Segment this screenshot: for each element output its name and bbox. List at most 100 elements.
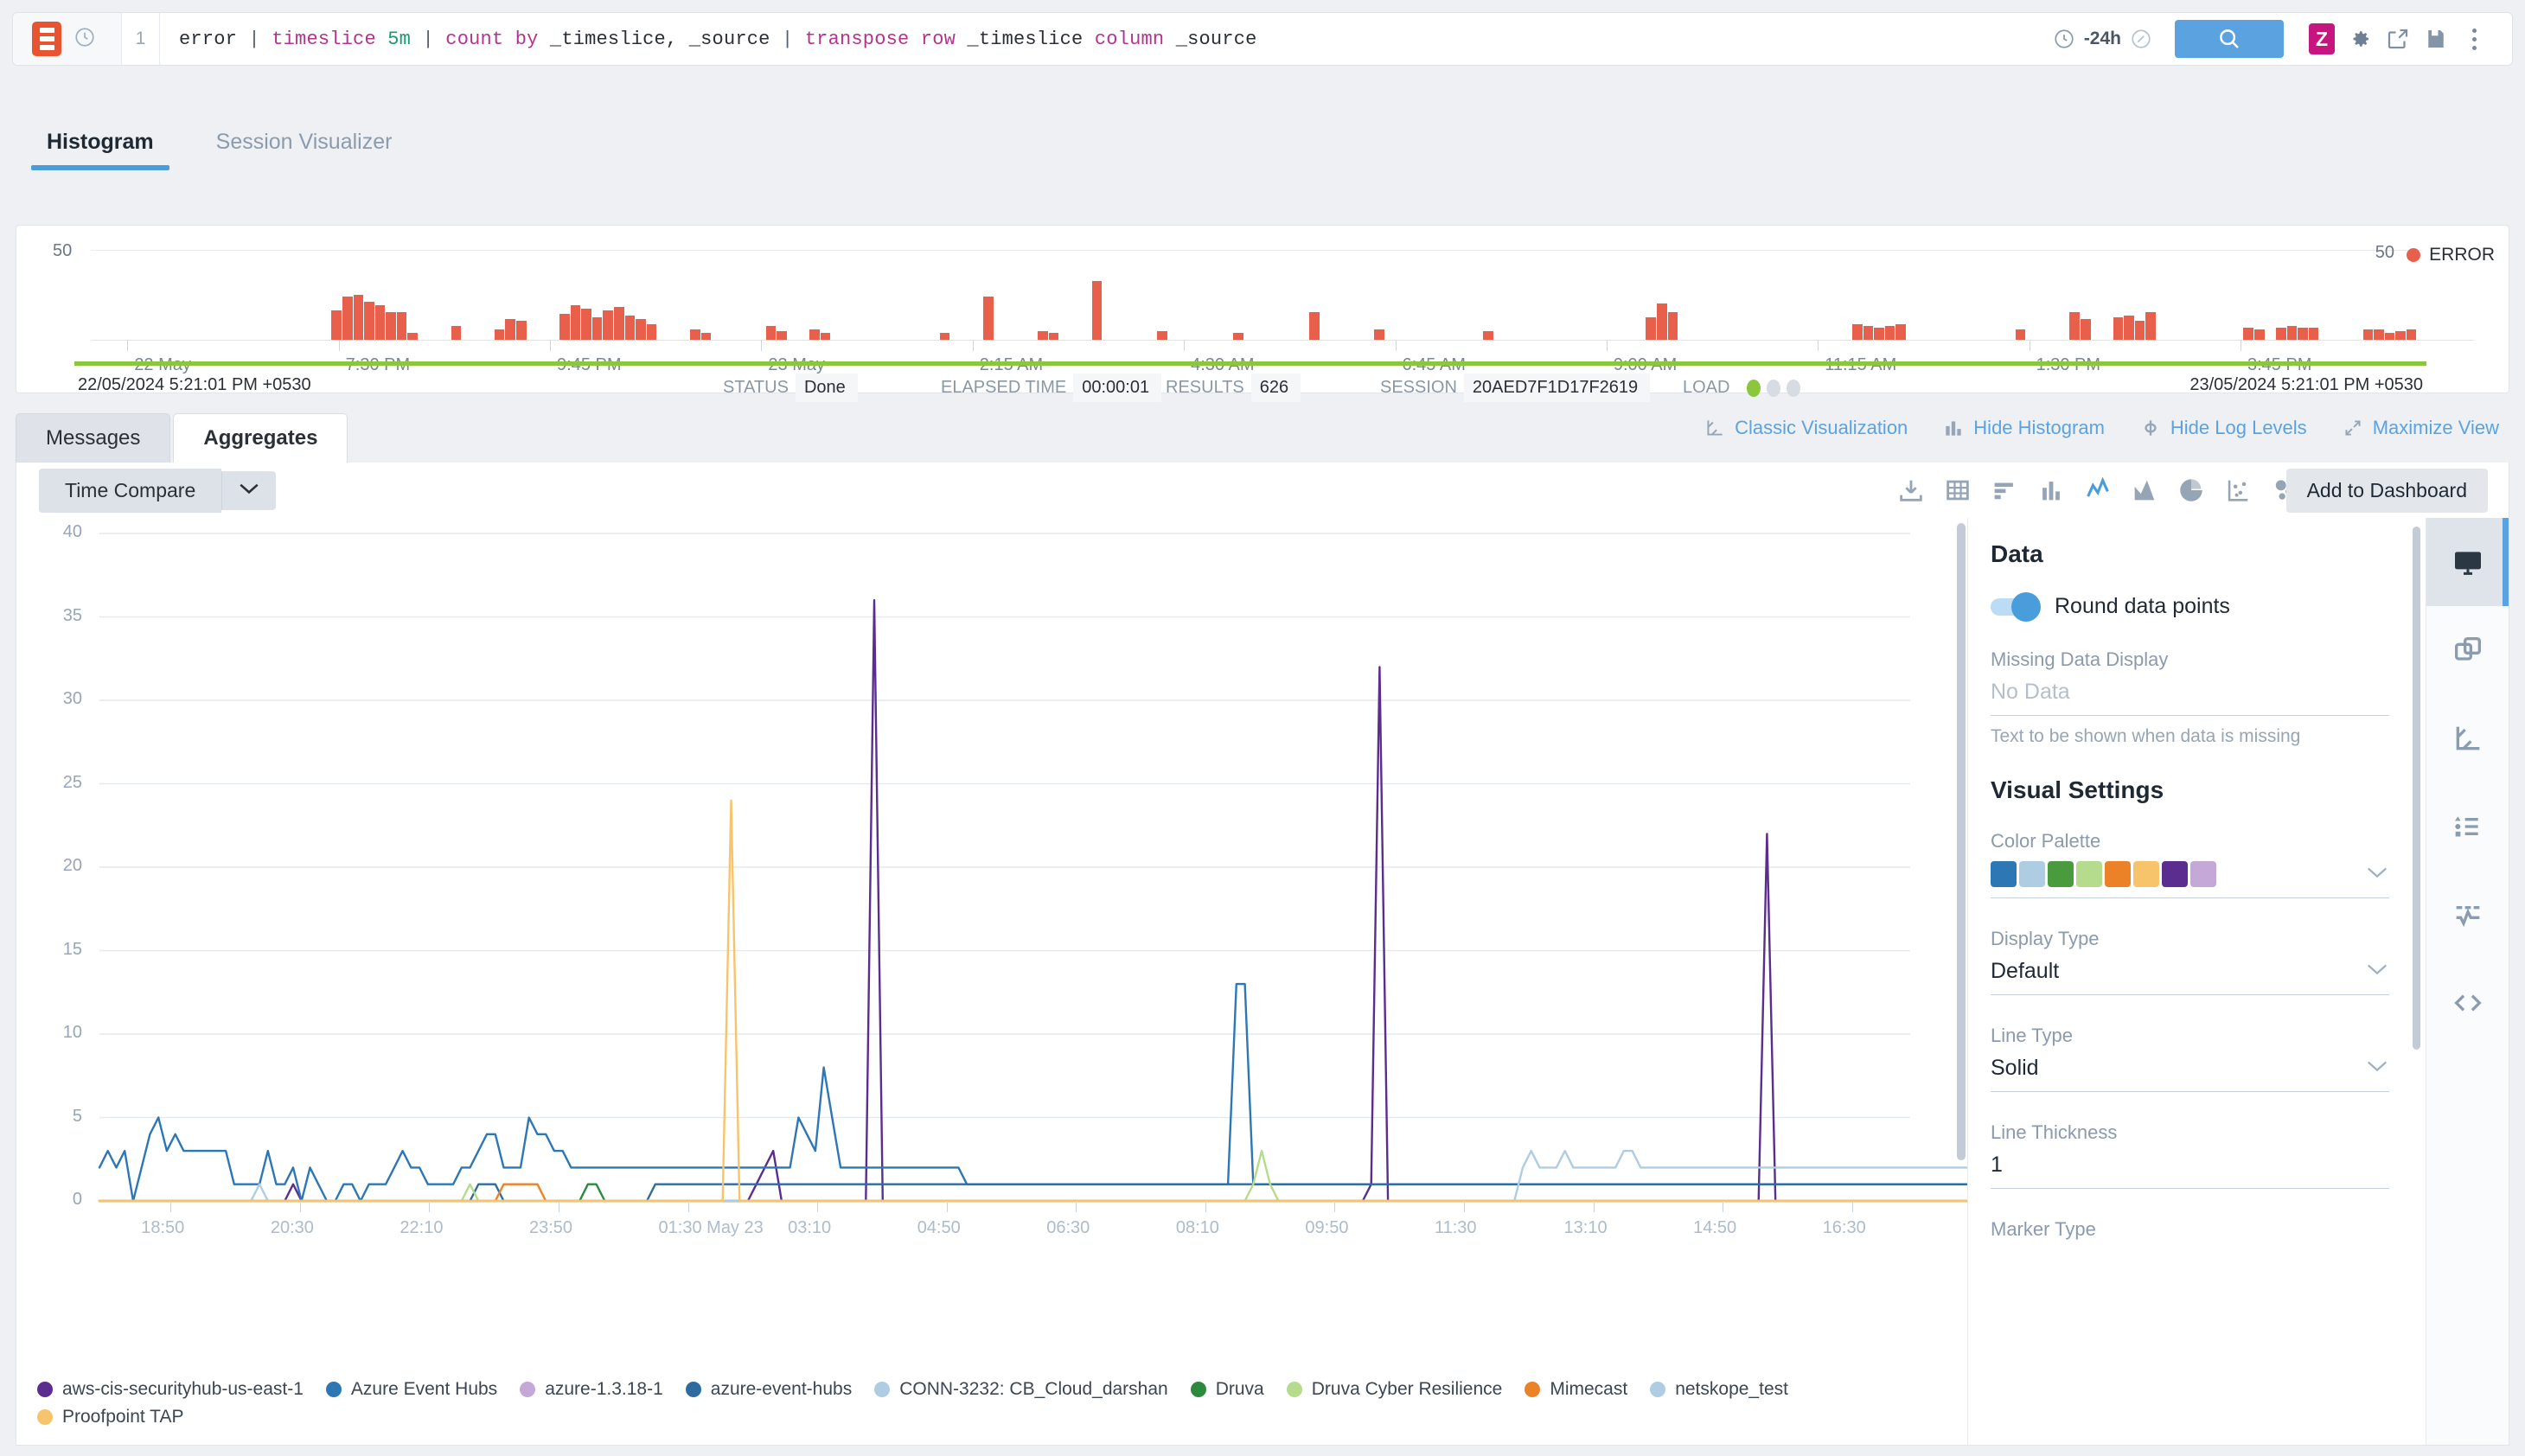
- legend-item[interactable]: Druva Cyber Resilience: [1286, 1379, 1502, 1400]
- histogram-bar[interactable]: [614, 307, 624, 340]
- legend-item[interactable]: netskope_test: [1650, 1379, 1788, 1400]
- color-palette-field[interactable]: [1991, 861, 2389, 898]
- clock-history-icon[interactable]: [74, 26, 96, 53]
- histogram-bar[interactable]: [515, 321, 527, 340]
- histogram-bar[interactable]: [2362, 329, 2374, 340]
- histogram-bar[interactable]: [646, 324, 657, 340]
- line-thickness-field[interactable]: 1: [1991, 1153, 2389, 1189]
- histogram-bar[interactable]: [2384, 333, 2395, 340]
- link-hide-histogram[interactable]: Hide Histogram: [1942, 417, 2105, 439]
- histogram-bar[interactable]: [939, 333, 950, 340]
- histogram-bar[interactable]: [386, 312, 396, 340]
- round-data-points-toggle[interactable]: [1991, 591, 2041, 622]
- sumo-logo-icon[interactable]: [32, 22, 61, 56]
- histogram-bar[interactable]: [2406, 329, 2417, 340]
- color-palette-swatches[interactable]: [1991, 861, 2216, 887]
- histogram-bar[interactable]: [396, 312, 407, 340]
- chart-plot-area[interactable]: 0 5 10 15 20 25 30 35 40: [16, 518, 1967, 1296]
- histogram-bar[interactable]: [2080, 319, 2091, 340]
- histogram-bar[interactable]: [2374, 329, 2384, 340]
- color-swatch[interactable]: [2076, 861, 2102, 887]
- chevron-down-icon[interactable]: [2365, 1059, 2389, 1077]
- legend-item[interactable]: azure-1.3.18-1: [520, 1379, 663, 1400]
- time-compare-button[interactable]: Time Compare: [39, 468, 222, 513]
- tab-aggregates[interactable]: Aggregates: [173, 413, 348, 463]
- add-to-dashboard-button[interactable]: Add to Dashboard: [2285, 468, 2488, 513]
- histogram-bar[interactable]: [2253, 329, 2265, 340]
- line-thickness-value[interactable]: 1: [1991, 1153, 2003, 1178]
- histogram-bar[interactable]: [1646, 317, 1656, 340]
- table-icon[interactable]: [1941, 474, 1974, 507]
- histogram-bar[interactable]: [451, 326, 462, 340]
- link-maximize-view[interactable]: Maximize View: [2342, 417, 2499, 439]
- color-swatch[interactable]: [2048, 861, 2074, 887]
- histogram-bar[interactable]: [777, 331, 787, 340]
- histogram-bar[interactable]: [1884, 326, 1895, 340]
- histogram-bar[interactable]: [624, 316, 636, 340]
- settings-scrollbar[interactable]: [2413, 527, 2420, 1398]
- histogram-bar[interactable]: [570, 305, 581, 340]
- histogram-bar[interactable]: [1483, 331, 1493, 340]
- histogram-bar[interactable]: [1863, 326, 1874, 340]
- time-range-picker[interactable]: -24h: [2053, 28, 2152, 50]
- color-swatch[interactable]: [2019, 861, 2045, 887]
- missing-data-input[interactable]: No Data: [1991, 680, 2070, 705]
- display-type-field[interactable]: Default: [1991, 959, 2389, 995]
- line-chart-icon[interactable]: [2081, 474, 2114, 507]
- tab-session-visualizer[interactable]: Session Visualizer: [185, 130, 424, 170]
- histogram-bars[interactable]: [93, 253, 2417, 340]
- histogram-bar[interactable]: [559, 314, 570, 340]
- time-compare-dropdown-button[interactable]: [221, 470, 277, 510]
- color-swatch[interactable]: [2162, 861, 2188, 887]
- area-chart-icon[interactable]: [2128, 474, 2161, 507]
- axes-icon[interactable]: [2426, 694, 2509, 782]
- legend-item[interactable]: Azure Event Hubs: [325, 1379, 497, 1400]
- share-button[interactable]: [2379, 20, 2417, 58]
- link-classic-visualization[interactable]: Classic Visualization: [1704, 417, 1908, 439]
- histogram-bar[interactable]: [2069, 312, 2080, 340]
- histogram-bar[interactable]: [364, 302, 374, 340]
- histogram-bar[interactable]: [2286, 326, 2298, 340]
- histogram-bar[interactable]: [1895, 324, 1906, 340]
- histogram-bar[interactable]: [1874, 328, 1884, 340]
- run-search-button[interactable]: [2175, 20, 2284, 58]
- legend-item[interactable]: aws-cis-securityhub-us-east-1: [37, 1379, 304, 1400]
- histogram-bar[interactable]: [765, 326, 777, 340]
- histogram-bar[interactable]: [2134, 321, 2145, 340]
- tab-messages[interactable]: Messages: [16, 413, 171, 463]
- legend-icon[interactable]: [2426, 782, 2509, 871]
- histogram-bar[interactable]: [505, 319, 515, 340]
- histogram-legend[interactable]: ERROR: [2407, 245, 2495, 265]
- settings-button[interactable]: [2341, 20, 2379, 58]
- histogram-bar[interactable]: [591, 317, 603, 340]
- legend-item[interactable]: Mimecast: [1525, 1379, 1627, 1400]
- histogram-bar[interactable]: [581, 309, 591, 340]
- histogram-bar[interactable]: [1852, 324, 1863, 340]
- histogram-bar[interactable]: [1657, 303, 1667, 340]
- histogram-bar[interactable]: [331, 310, 342, 340]
- overlays-icon[interactable]: [2426, 606, 2509, 694]
- chart-scrollbar[interactable]: [1957, 523, 1966, 1362]
- chevron-down-icon[interactable]: [2365, 865, 2389, 884]
- threshold-icon[interactable]: [2426, 871, 2509, 959]
- sparkline-toggle-button[interactable]: Z: [2303, 20, 2341, 58]
- tab-histogram[interactable]: Histogram: [16, 130, 185, 170]
- histogram-bar[interactable]: [983, 297, 994, 340]
- histogram-bar[interactable]: [1233, 333, 1243, 340]
- line-chart[interactable]: 0 5 10 15 20 25 30 35 40 18:50 20:30 22:10 23:50 01:…: [16, 518, 1967, 1445]
- histogram-bar[interactable]: [603, 310, 613, 340]
- histogram-bar[interactable]: [1374, 329, 1384, 340]
- download-icon[interactable]: [1895, 474, 1927, 507]
- histogram-bar[interactable]: [2276, 328, 2286, 340]
- link-hide-log-levels[interactable]: Hide Log Levels: [2139, 417, 2307, 439]
- histogram-bar[interactable]: [1091, 281, 1103, 340]
- query-input[interactable]: error | timeslice 5m | count by _timesli…: [160, 13, 2053, 65]
- legend-item[interactable]: Druva: [1190, 1379, 1264, 1400]
- line-type-field[interactable]: Solid: [1991, 1056, 2389, 1092]
- histogram-bar[interactable]: [1309, 312, 1320, 340]
- histogram-bar[interactable]: [1157, 331, 1167, 340]
- histogram-bar[interactable]: [407, 333, 418, 340]
- color-swatch[interactable]: [1991, 861, 2017, 887]
- histogram-bar[interactable]: [2015, 329, 2026, 340]
- histogram-bar[interactable]: [353, 295, 364, 340]
